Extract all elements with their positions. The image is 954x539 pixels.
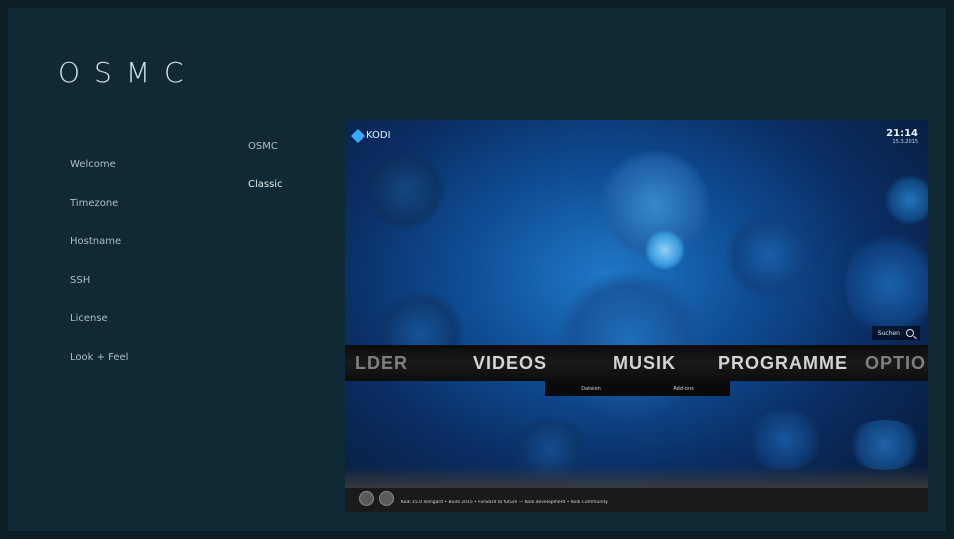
kodi-main-menu: LDER VIDEOS MUSIK PROGRAMME OPTIO: [345, 345, 928, 381]
clock-time: 21:14: [886, 128, 918, 139]
menu-item-options: OPTIO: [865, 352, 927, 373]
sidebar-item-look-feel[interactable]: Look + Feel: [70, 351, 240, 390]
menu-item-music: MUSIK: [613, 352, 676, 373]
kodi-logo: KODI: [350, 128, 391, 143]
menu-item-videos: VIDEOS: [473, 352, 548, 373]
sidebar-item-ssh[interactable]: SSH: [70, 274, 240, 313]
menu-item-folder: LDER: [355, 352, 408, 373]
kodi-bottom-bar: Kodi 15.0 Isengard • Build 2015 • Forwar…: [345, 466, 928, 512]
skin-option-osmc[interactable]: OSMC: [248, 141, 348, 179]
kodi-brand: KODI: [366, 130, 391, 141]
sidebar-item-hostname[interactable]: Hostname: [70, 235, 240, 274]
osmc-logo: OSMC: [58, 56, 198, 89]
submenu-item-addons: Add-ons: [673, 385, 694, 392]
sidebar-item-timezone[interactable]: Timezone: [70, 197, 240, 236]
clock: 21:14 15.3.2015: [886, 128, 918, 145]
sidebar-item-welcome[interactable]: Welcome: [70, 158, 240, 197]
skin-options: OSMC Classic: [248, 141, 348, 217]
news-ticker: Kodi 15.0 Isengard • Build 2015 • Forwar…: [401, 500, 608, 505]
submenu-item-files: Dateien: [581, 385, 601, 392]
sidebar-item-license[interactable]: License: [70, 312, 240, 351]
clock-date: 15.3.2015: [892, 139, 918, 145]
favourites-icon: [379, 491, 394, 506]
setup-sidebar: Welcome Timezone Hostname SSH License Lo…: [70, 158, 240, 389]
power-icon: [359, 491, 374, 506]
skin-preview-image: KODI 21:14 15.3.2015 Suchen LDER VIDEOS …: [345, 120, 928, 512]
search-icon: [906, 329, 914, 337]
kodi-submenu: Dateien Add-ons: [545, 381, 730, 396]
search-box: Suchen: [871, 326, 920, 340]
kodi-icon: [350, 128, 366, 143]
search-label: Suchen: [877, 329, 900, 337]
skin-option-classic[interactable]: Classic: [248, 179, 348, 217]
menu-item-programs: PROGRAMME: [718, 352, 848, 373]
